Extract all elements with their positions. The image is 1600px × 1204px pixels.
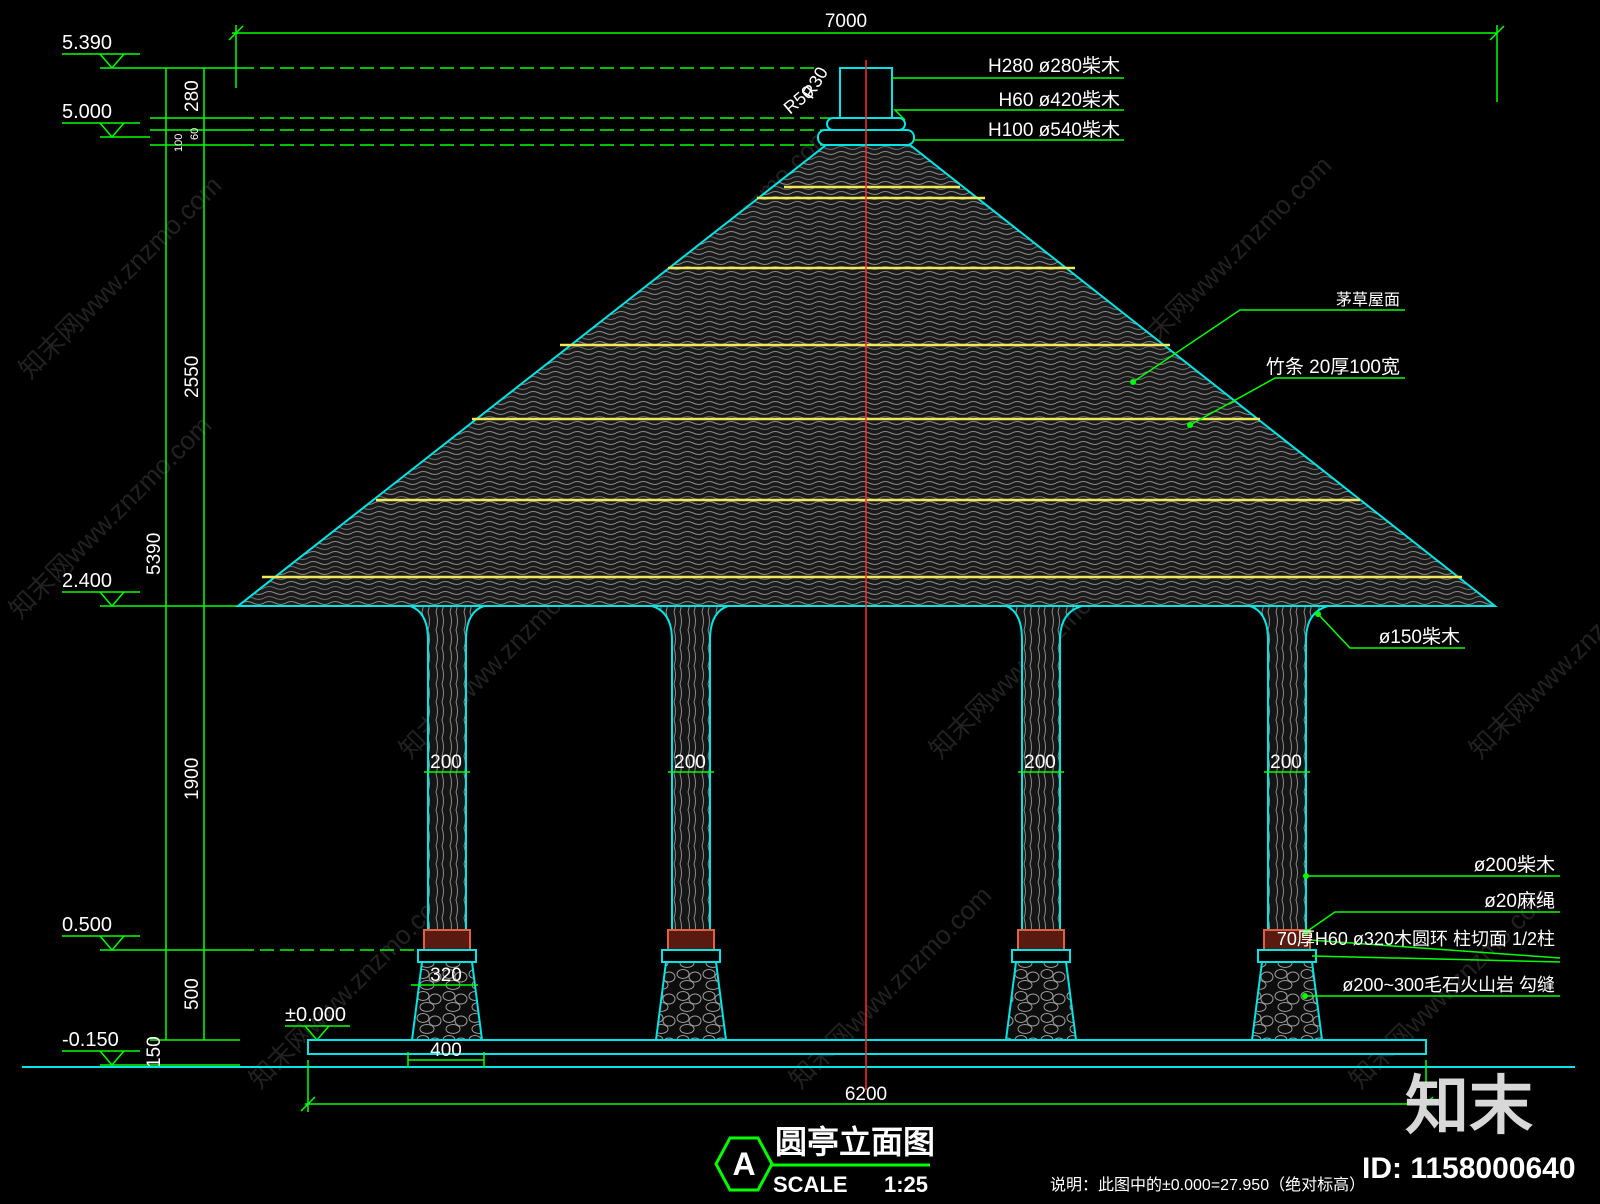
annotation-roof-batten: 竹条 20厚100宽 — [1266, 356, 1400, 378]
dimension-base-width: 400 — [430, 1040, 462, 1061]
elevation-label: 0.500 — [62, 914, 112, 936]
dimension-top-width: 7000 — [825, 11, 867, 32]
dimension-floor-thickness: 150 — [144, 1036, 165, 1068]
elevation-label: 2.400 — [62, 570, 112, 592]
stone-base — [1250, 961, 1324, 1041]
pavilion-elevation-drawing: 知末网www.znzmo.com 知末网www.znzmo.com 知末网www… — [3, 11, 1600, 1197]
annotation-stone-base: ø200~300毛石火山岩 勾缝 — [1342, 975, 1555, 995]
wood-ring — [1017, 929, 1065, 951]
elevation-label: 5.000 — [62, 101, 112, 123]
dimension-column-dia: 200 — [430, 752, 462, 773]
dimension-cap-60: 60 — [189, 128, 201, 140]
title-block: A 圆亭立面图 SCALE 1:25 说明：此图中的±0.000=27.950（… — [714, 1124, 1365, 1197]
column — [1249, 605, 1329, 1041]
drawing-title: 圆亭立面图 — [775, 1124, 935, 1160]
wood-ring — [667, 929, 715, 951]
annotation-bracket: ø150柴木 — [1379, 626, 1460, 648]
annotation-cap-mid: H60 ø420柴木 — [999, 89, 1120, 111]
brand-id: ID: 1158000640 — [1362, 1152, 1576, 1185]
dimension-base-height: 500 — [182, 978, 203, 1010]
column — [651, 605, 729, 1041]
elevation-note: 说明：此图中的±0.000=27.950（绝对标高） — [1050, 1176, 1365, 1194]
stone-base — [654, 961, 728, 1041]
dimension-column-height: 1900 — [182, 758, 203, 800]
brand-logo: 知末 — [1405, 1070, 1533, 1142]
annotation-rope: ø20麻绳 — [1484, 890, 1555, 912]
watermark: 知末网www.znzmo.com — [783, 880, 997, 1094]
columns — [409, 605, 1329, 1041]
dimension-ring-width: 320 — [430, 965, 462, 986]
watermark: 知末网www.znzmo.com — [1463, 550, 1600, 764]
floor-slab — [307, 1039, 1427, 1055]
annotation-cap-bottom: H100 ø540柴木 — [988, 119, 1120, 141]
watermark: 知末网www.znzmo.com — [13, 170, 227, 384]
title-badge-letter: A — [732, 1146, 755, 1182]
dimension-column-dia: 200 — [1024, 752, 1056, 773]
dimension-cap-100: 100 — [173, 134, 185, 152]
watermark: 知末网www.znzmo.com — [1123, 150, 1337, 364]
stone-base — [1004, 961, 1078, 1041]
elevation-label: -0.150 — [62, 1029, 119, 1051]
annotation-column: ø200柴木 — [1474, 854, 1555, 876]
dimension-cap-280: 280 — [182, 80, 203, 112]
elevation-label: 5.390 — [62, 32, 112, 54]
dimension-column-dia: 200 — [1270, 752, 1302, 773]
dimension-column-dia: 200 — [674, 752, 706, 773]
annotation-cap-top: H280 ø280柴木 — [988, 55, 1120, 77]
elevation-label: ±0.000 — [285, 1004, 346, 1026]
dimension-total-height: 5390 — [144, 533, 165, 575]
annotation-ring: 70厚H60 ø320木圆环 柱切面 1/2柱 — [1277, 929, 1555, 949]
scale-label: SCALE — [773, 1172, 848, 1197]
annotation-roof-surface: 茅草屋面 — [1336, 291, 1400, 309]
wood-ring — [423, 929, 471, 951]
dimension-roof-height: 2550 — [182, 356, 203, 398]
scale-value: 1:25 — [884, 1172, 928, 1197]
